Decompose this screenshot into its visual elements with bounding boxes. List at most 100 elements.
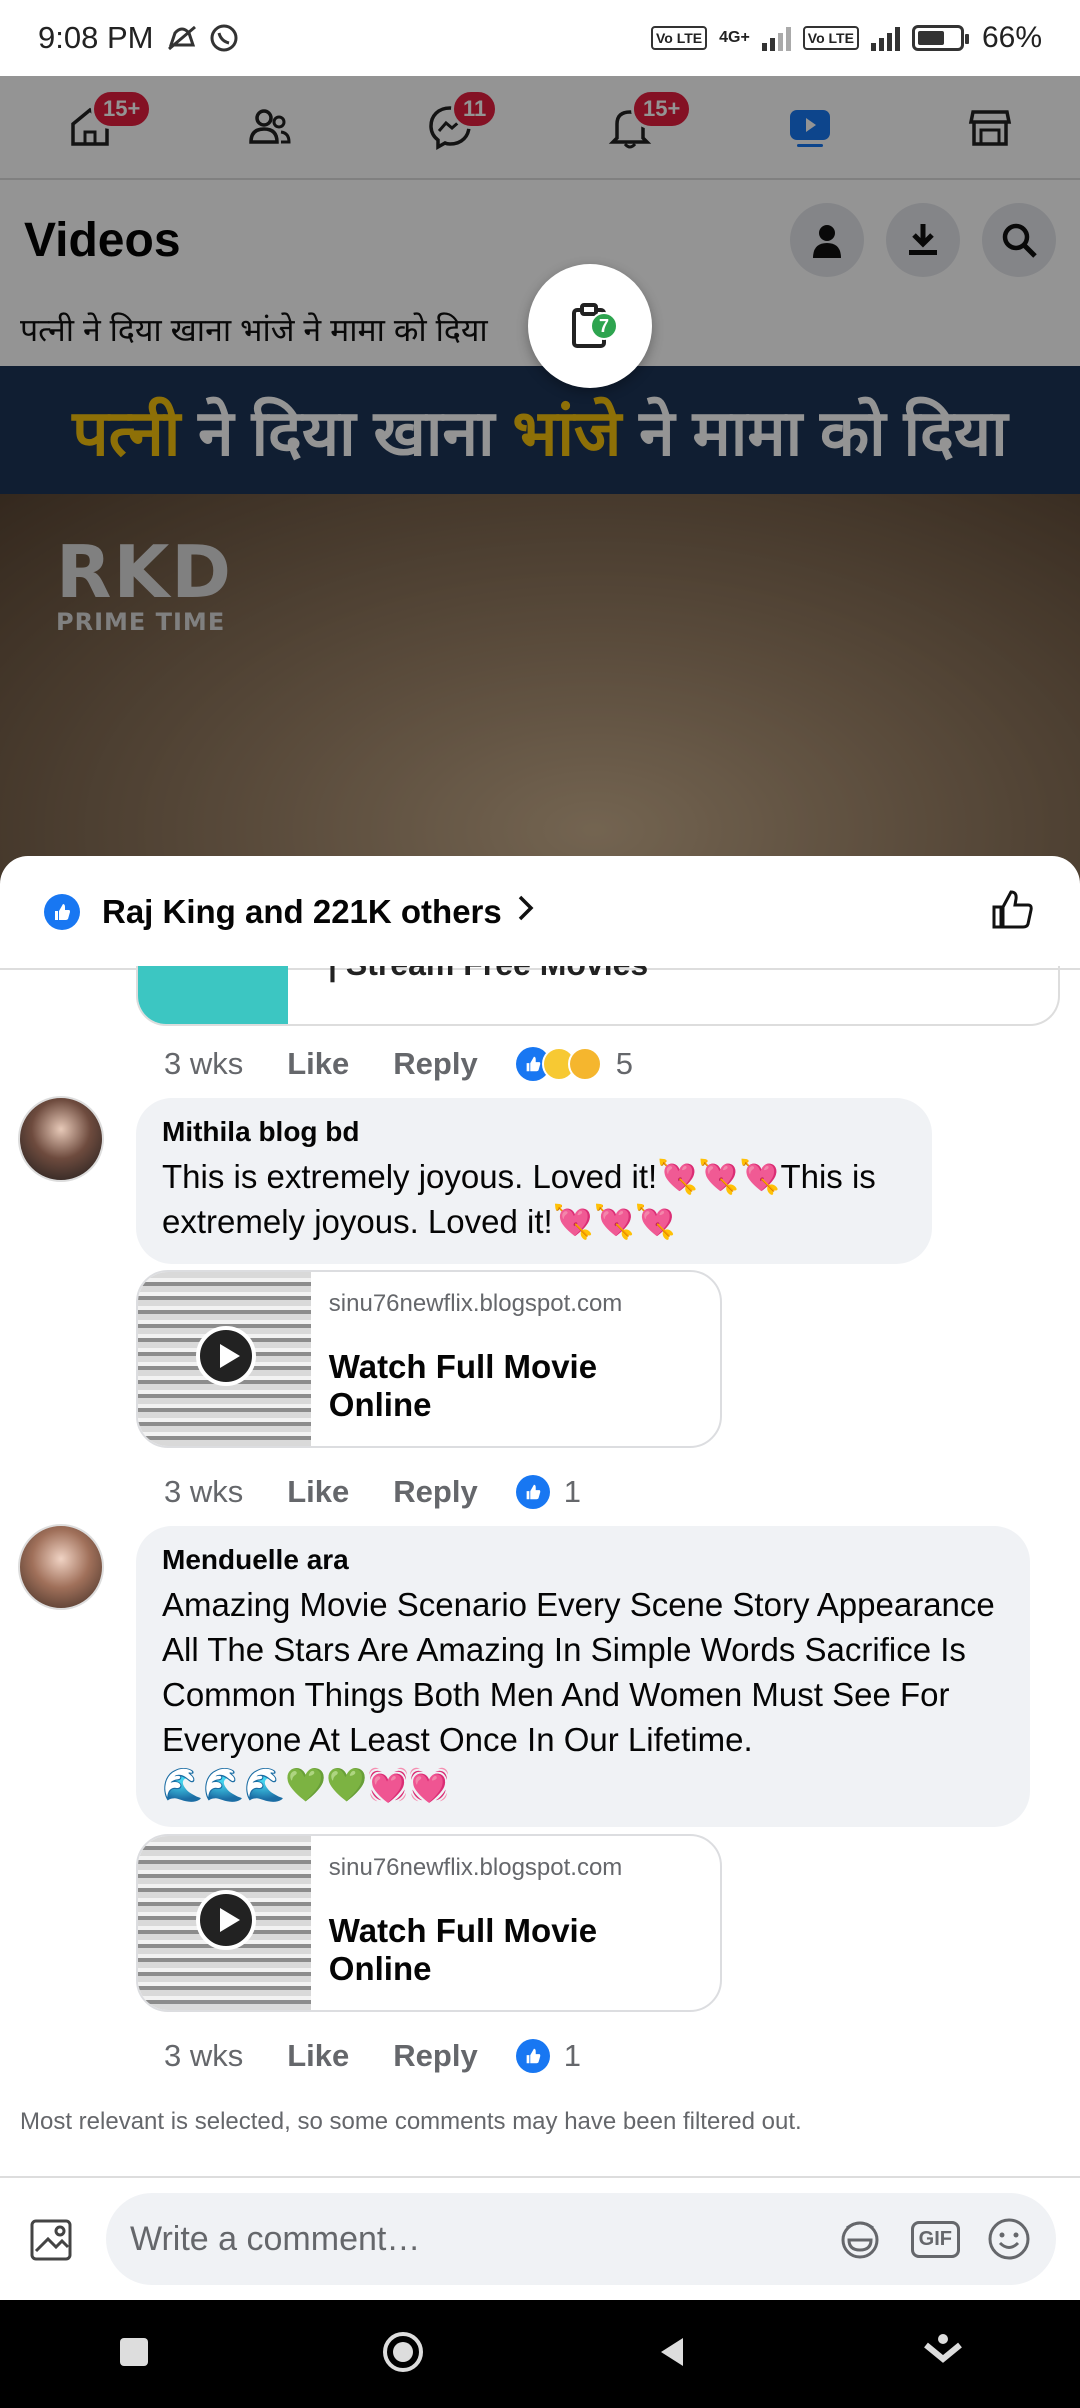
volte-badge-2: Vo LTE [802, 26, 859, 50]
search-button[interactable] [982, 203, 1056, 277]
marketplace-icon [968, 110, 1012, 146]
link-domain: sinu76newflix.blogspot.com [328, 1854, 623, 1881]
video-icon [790, 110, 830, 147]
battery-percent: 66% [981, 21, 1042, 54]
link-preview-card[interactable]: sinu76newflix.blogspot.com Watch Full Mo… [136, 1834, 722, 2012]
comment-emojis: 🌊🌊🌊💚💚💓💓 [162, 1766, 450, 1803]
like-comment-button[interactable]: Like [287, 2038, 349, 2074]
like-comment-button[interactable]: Like [287, 1046, 349, 1082]
care-reaction-icon [567, 1047, 602, 1081]
link-thumbnail [138, 1836, 311, 2010]
play-icon [196, 1326, 256, 1386]
status-bar: 9:08 PM Vo LTE 4G+ Vo LTE 66% [0, 0, 1080, 76]
nav-home[interactable]: 15+ [45, 87, 153, 167]
comment-placeholder: Write a comment… [130, 2219, 421, 2258]
comment-meta: 3 wks Like Reply 1 [164, 1474, 581, 1510]
nav-video[interactable] [765, 87, 855, 167]
comment-reactions[interactable]: 1 [515, 1474, 581, 1510]
like-reaction-icon [44, 894, 80, 930]
nav-friends[interactable] [225, 87, 315, 167]
nav-messenger[interactable]: 11 [405, 87, 499, 167]
page-title: Videos [24, 213, 181, 267]
comment-input[interactable]: Write a comment… GIF [106, 2193, 1056, 2285]
comment-text: Amazing Movie Scenario Every Scene Story… [162, 1586, 995, 1758]
play-icon [196, 1890, 256, 1950]
gif-icon: GIF [910, 2220, 960, 2258]
assistant-button[interactable] [920, 2329, 966, 2380]
photo-icon [30, 2219, 72, 2261]
comment-bubble[interactable]: Mithila blog bd This is extremely joyous… [136, 1098, 932, 1264]
profile-button[interactable] [790, 203, 864, 277]
comment-bubble[interactable]: Menduelle ara Amazing Movie Scenario Eve… [136, 1526, 1030, 1827]
sticker-icon [841, 2221, 879, 2259]
chevron-right-icon [516, 893, 536, 932]
mute-icon [168, 25, 197, 51]
photo-button[interactable] [24, 2211, 80, 2267]
previous-comment-meta: 3 wks Like Reply 5 [164, 1046, 633, 1082]
recents-icon [119, 2337, 148, 2366]
home-badge: 15+ [91, 89, 153, 129]
nav-notifications[interactable]: 15+ [585, 87, 693, 167]
comment-text: This is extremely joyous. Loved it!💘💘💘Th… [162, 1158, 876, 1240]
clipboard-button[interactable]: 7 [528, 264, 652, 388]
messenger-badge: 11 [451, 89, 499, 129]
link-domain: sinu76newflix.blogspot.com [328, 1290, 623, 1317]
like-reaction-icon [515, 2039, 550, 2073]
signal-icon [761, 25, 791, 51]
like-reaction-icon [515, 1475, 550, 1509]
notifications-badge: 15+ [631, 89, 693, 129]
filter-note: Most relevant is selected, so some comme… [20, 2108, 802, 2135]
download-button[interactable] [886, 203, 960, 277]
comment-meta: 3 wks Like Reply 1 [164, 2038, 581, 2074]
comment-reactions[interactable]: 5 [515, 1046, 633, 1082]
videos-page: 15+ 11 15+ Videos पत्नी ने दिया खाना भां… [0, 76, 1080, 966]
comment-author[interactable]: Mithila blog bd [162, 1116, 906, 1148]
avatar[interactable] [18, 1096, 104, 1182]
home-circle-icon [383, 2331, 424, 2372]
gif-button[interactable]: GIF [910, 2220, 960, 2258]
comment-reactions[interactable]: 1 [515, 2038, 581, 2074]
link-thumbnail [138, 1272, 311, 1446]
reply-button[interactable]: Reply [393, 2038, 477, 2074]
status-time: 9:08 PM [38, 20, 154, 55]
channel-watermark: RKD PRIME TIME [56, 530, 233, 636]
emoji-icon [988, 2218, 1030, 2260]
back-button[interactable] [653, 2332, 693, 2377]
videos-header: Videos [0, 180, 1080, 300]
previous-link-card[interactable]: | Stream Free Movies [136, 966, 1060, 1026]
home-button[interactable] [381, 2330, 425, 2379]
link-title: Watch Full Movie Online [328, 1348, 598, 1423]
volte-badge: Vo LTE [650, 26, 708, 50]
like-comment-button[interactable]: Like [287, 1474, 349, 1510]
comment-author[interactable]: Menduelle ara [162, 1544, 1004, 1576]
back-icon [660, 2337, 683, 2366]
clipboard-badge: 7 [590, 312, 618, 340]
download-icon [909, 224, 937, 255]
network-type: 4G+ [719, 29, 750, 46]
reactions-text: Raj King and 221K others [102, 893, 502, 930]
link-title: Watch Full Movie Online [328, 1912, 598, 1987]
thumbs-up-icon [992, 889, 1033, 928]
reactions-summary[interactable]: Raj King and 221K others [0, 856, 1080, 970]
reply-button[interactable]: Reply [393, 1046, 477, 1082]
post-caption: पत्नी ने दिया खाना भांजे ने मामा को दिया [20, 312, 488, 348]
nav-marketplace[interactable] [945, 87, 1035, 167]
comments-sheet: Raj King and 221K others | Stream Free M… [0, 856, 1080, 2300]
emoji-button[interactable] [986, 2216, 1032, 2262]
battery-icon [911, 25, 969, 51]
video-title-banner: पत्नी ने दिया खाना भांजे ने मामा को दिया [0, 366, 1080, 494]
like-post-button[interactable] [990, 887, 1036, 938]
friends-icon [249, 109, 291, 144]
avatar-sticker-button[interactable] [835, 2214, 885, 2264]
chevron-down-icon [924, 2333, 963, 2363]
comment-composer: Write a comment… GIF [0, 2176, 1080, 2300]
avatar[interactable] [18, 1524, 104, 1610]
profile-icon [813, 225, 841, 258]
whatsapp-icon [210, 24, 238, 52]
reply-button[interactable]: Reply [393, 1474, 477, 1510]
recents-button[interactable] [114, 2332, 154, 2377]
search-icon [1002, 223, 1037, 258]
signal-icon-2 [870, 25, 900, 51]
link-preview-card[interactable]: sinu76newflix.blogspot.com Watch Full Mo… [136, 1270, 722, 1448]
system-nav-bar [0, 2300, 1080, 2408]
